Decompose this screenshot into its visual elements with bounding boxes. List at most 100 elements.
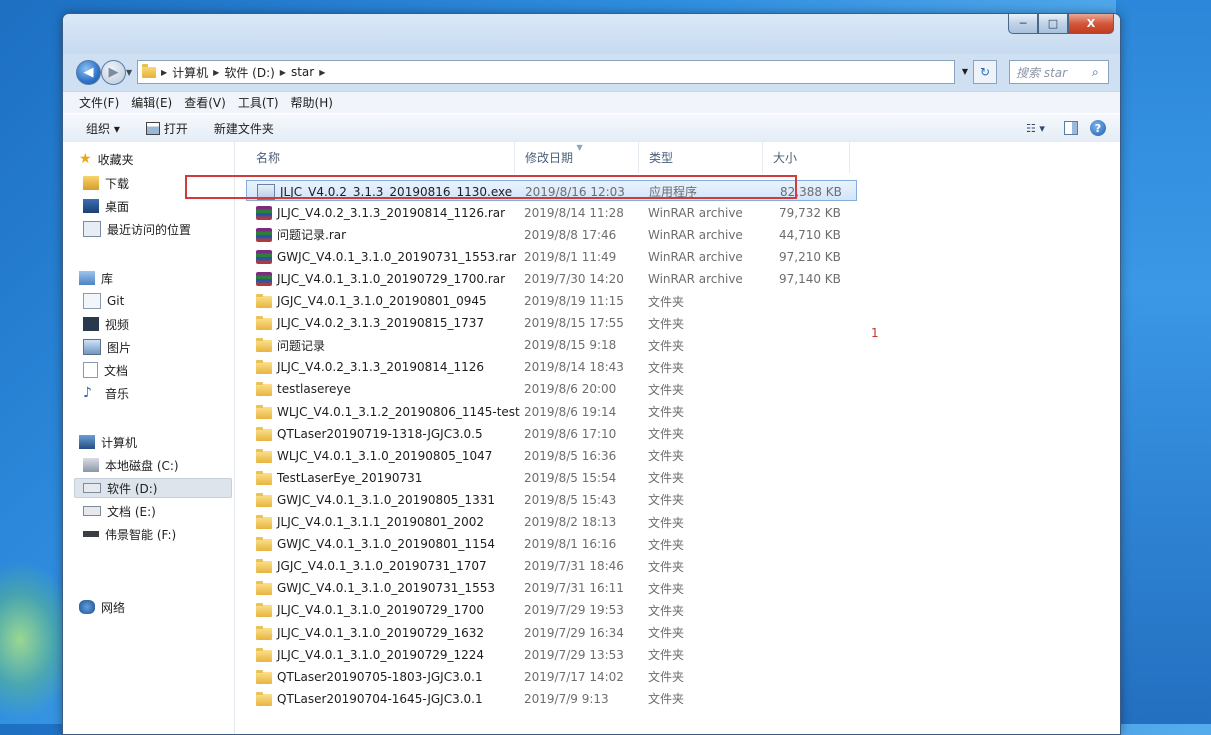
file-date: 2019/8/14 18:43 [524,360,624,375]
menu-tools[interactable]: 工具(T) [232,92,285,113]
breadcrumb-computer[interactable]: 计算机 [172,64,208,81]
column-header-type[interactable]: 类型 [639,142,763,173]
forward-arrow-icon[interactable]: ▶ [101,60,126,85]
file-type: 文件夹 [648,626,685,640]
file-name-cell: QTLaser20190705-1803-JGJC3.0.1 [256,666,483,687]
help-icon[interactable]: ? [1090,120,1106,136]
sidebar-computer[interactable]: 计算机 [79,432,137,452]
breadcrumb-star[interactable]: star [291,65,314,79]
file-row[interactable]: JLJC_V4.0.1_3.1.0_20190729_1224 2019/7/29… [246,644,857,665]
file-row[interactable]: 问题记录 2019/8/15 9:18 文件夹 [246,335,857,356]
sidebar-item-music[interactable]: ♪ 音乐 [83,383,129,403]
sidebar-item-documents[interactable]: 文档 [83,360,128,380]
file-row[interactable]: JLJC_V4.0.2_3.1.3_20190814_1126.rar 2019/… [246,202,857,223]
menu-bar: 文件(F) 编辑(E) 查看(V) 工具(T) 帮助(H) [63,91,1120,113]
file-row[interactable]: JLJC_V4.0.2_3.1.3_20190816_1130.exe 2019/… [246,180,857,201]
recent-places-icon [83,221,101,237]
menu-file[interactable]: 文件(F) [73,92,125,113]
file-row[interactable]: QTLaser20190705-1803-JGJC3.0.1 2019/7/17 … [246,666,857,687]
network-icon [79,600,95,614]
star-icon: ★ [79,151,92,167]
refresh-icon[interactable]: ↻ [973,60,997,84]
address-history-dropdown-icon[interactable]: ▼ [958,60,972,82]
chevron-right-icon[interactable]: ▶ [213,68,219,77]
open-button[interactable]: 打开 [145,120,188,137]
file-row[interactable]: TestLaserEye_20190731 2019/8/5 15:54 文件夹 [246,467,857,488]
file-date: 2019/8/6 20:00 [524,382,617,397]
file-row[interactable]: testlasereye 2019/8/6 20:00 文件夹 [246,379,857,400]
sidebar-item-drive-e[interactable]: 文档 (E:) [83,501,156,521]
sidebar-item-label: 音乐 [105,386,130,401]
sidebar-item-desktop[interactable]: 桌面 [83,196,129,216]
address-bar[interactable]: ▶ 计算机 ▶ 软件 (D:) ▶ star ▶ [137,60,955,84]
file-name-cell: testlasereye [256,379,351,400]
sidebar-item-recent-places[interactable]: 最近访问的位置 [83,219,191,239]
file-size: 97,140 KB [779,271,841,286]
file-date: 2019/7/31 16:11 [524,581,624,596]
file-row[interactable]: JLJC_V4.0.2_3.1.3_20190815_1737 2019/8/15… [246,313,857,334]
folder-icon [256,448,272,463]
menu-help[interactable]: 帮助(H) [285,92,339,113]
document-icon [83,362,98,378]
organize-button[interactable]: 组织 ▾ [86,120,120,137]
file-row[interactable]: QTLaser20190719-1318-JGJC3.0.5 2019/8/6 1… [246,423,857,444]
sidebar-item-git[interactable]: Git [83,291,124,311]
sidebar-favorites-label: 收藏夹 [97,152,134,167]
column-header-date[interactable]: ▼ 修改日期 [515,142,639,173]
back-arrow-icon[interactable]: ◀ [76,60,101,85]
file-size: 44,710 KB [779,227,841,242]
search-icon[interactable]: ⌕ [1092,65,1108,80]
drive-icon [83,483,101,493]
file-name-cell: JLJC_V4.0.1_3.1.0_20190729_1632 [256,622,484,643]
chevron-right-icon[interactable]: ▶ [280,68,286,77]
minimize-button[interactable]: ─ [1008,14,1038,34]
file-row[interactable]: 问题记录.rar 2019/8/8 17:46 WinRAR archive 44,7… [246,224,857,245]
file-row[interactable]: JGJC_V4.0.1_3.1.0_20190801_0945 2019/8/19… [246,291,857,312]
file-row[interactable]: GWJC_V4.0.1_3.1.0_20190731_1553.rar 2019/… [246,246,857,267]
file-row[interactable]: GWJC_V4.0.1_3.1.0_20190731_1553 2019/7/31… [246,578,857,599]
file-row[interactable]: QTLaser20190704-1645-JGJC3.0.1 2019/7/9 9… [246,688,857,709]
sidebar-item-videos[interactable]: 视频 [83,314,129,334]
recent-pages-dropdown-icon[interactable]: ▼ [126,68,132,77]
sidebar-libraries[interactable]: 库 [79,268,113,288]
file-row[interactable]: GWJC_V4.0.1_3.1.0_20190801_1154 2019/8/1 … [246,534,857,555]
breadcrumb-drive-d[interactable]: 软件 (D:) [224,64,274,81]
new-folder-button[interactable]: 新建文件夹 [214,120,274,137]
chevron-right-icon[interactable]: ▶ [161,68,167,77]
sidebar-favorites[interactable]: ★ 收藏夹 [79,149,134,169]
title-bar[interactable]: ─ □ X [63,14,1120,54]
folder-icon [256,360,272,375]
sidebar-item-drive-c[interactable]: 本地磁盘 (C:) [83,455,179,475]
file-type: 文件夹 [648,515,685,530]
menu-edit[interactable]: 编辑(E) [125,92,178,113]
file-row[interactable]: JLJC_V4.0.1_3.1.0_20190729_1700.rar 2019/… [246,268,857,289]
sidebar-item-drive-f[interactable]: 伟景智能 (F:) [83,524,176,544]
column-header-size[interactable]: 大小 [763,142,850,173]
file-row[interactable]: GWJC_V4.0.1_3.1.0_20190805_1331 2019/8/5 … [246,489,857,510]
sidebar-item-drive-d[interactable]: 软件 (D:) [74,478,232,498]
file-name-cell: JLJC_V4.0.2_3.1.3_20190815_1737 [256,313,484,334]
file-row[interactable]: WLJC_V4.0.1_3.1.0_20190805_1047 2019/8/5 … [246,445,857,466]
file-row[interactable]: JLJC_V4.0.1_3.1.0_20190729_1632 2019/7/29… [246,622,857,643]
column-header-name[interactable]: 名称 [246,142,515,173]
file-row[interactable]: WLJC_V4.0.1_3.1.2_20190806_1145-test 2019… [246,401,857,422]
sidebar-item-downloads[interactable]: 下载 [83,173,129,193]
sidebar-item-pictures[interactable]: 图片 [83,337,131,357]
file-row[interactable]: JLJC_V4.0.1_3.1.0_20190729_1700 2019/7/29… [246,600,857,621]
winrar-archive-icon [256,271,272,286]
change-view-icon[interactable]: ☷ ▾ [1026,122,1052,135]
file-row[interactable]: JLJC_V4.0.2_3.1.3_20190814_1126 2019/8/14… [246,357,857,378]
file-date: 2019/8/16 12:03 [525,184,625,199]
maximize-button[interactable]: □ [1038,14,1068,34]
sidebar-network[interactable]: 网络 [79,597,125,617]
computer-icon [79,435,95,449]
menu-view[interactable]: 查看(V) [178,92,232,113]
chevron-right-icon[interactable]: ▶ [319,68,325,77]
file-name: JLJC_V4.0.1_3.1.0_20190729_1632 [277,625,485,640]
file-row[interactable]: JGJC_V4.0.1_3.1.0_20190731_1707 2019/7/31… [246,556,857,577]
close-button[interactable]: X [1068,14,1114,34]
file-name: WLJC_V4.0.1_3.1.0_20190805_1047 [277,448,493,463]
preview-pane-icon[interactable] [1064,121,1078,135]
file-row[interactable]: JLJC_V4.0.1_3.1.1_20190801_2002 2019/8/2 … [246,512,857,533]
search-input[interactable]: 搜索 star ⌕ [1009,60,1109,84]
